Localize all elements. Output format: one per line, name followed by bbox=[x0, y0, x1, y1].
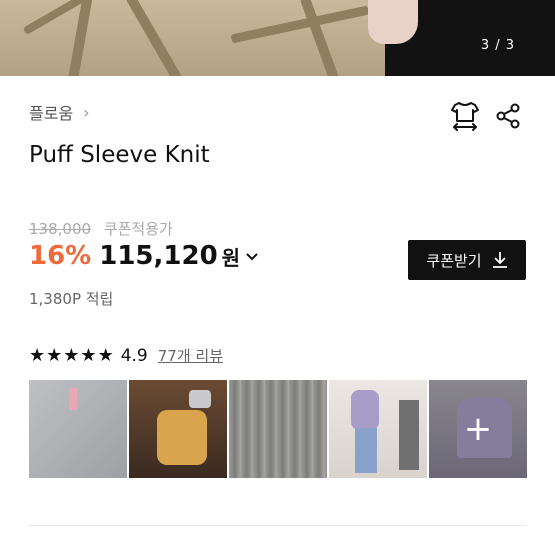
reward-points: 1,380P 적립 bbox=[29, 290, 114, 308]
review-thumbnail[interactable] bbox=[29, 380, 127, 478]
review-thumbnails: + bbox=[29, 380, 527, 478]
star-icon: ★ bbox=[97, 344, 114, 366]
coupon-download-button[interactable]: 쿠폰받기 bbox=[408, 240, 526, 280]
coat-in-image bbox=[399, 400, 419, 470]
coupon-button-label: 쿠폰받기 bbox=[426, 251, 482, 270]
price-row[interactable]: 16% 115,120 원 bbox=[29, 241, 260, 271]
jeans-in-image bbox=[355, 428, 377, 473]
download-icon bbox=[492, 252, 507, 268]
brand-link[interactable]: 플로움 › bbox=[29, 100, 90, 124]
review-thumbnail[interactable] bbox=[229, 380, 327, 478]
star-icon: ★ bbox=[80, 344, 97, 366]
brand-name: 플로움 bbox=[29, 104, 74, 123]
product-image-gallery[interactable]: 3 / 3 bbox=[0, 0, 555, 76]
person-in-image bbox=[351, 390, 379, 430]
currency-label: 원 bbox=[221, 245, 241, 270]
phone-in-image bbox=[189, 390, 211, 408]
discount-rate: 16% bbox=[29, 241, 92, 271]
star-icon: ★ bbox=[29, 344, 46, 366]
sale-price: 115,120 bbox=[99, 241, 218, 271]
person-in-image bbox=[157, 410, 207, 465]
original-price: 138,000 bbox=[29, 220, 92, 238]
review-thumbnail[interactable] bbox=[129, 380, 227, 478]
share-icon bbox=[496, 103, 520, 129]
rating-score: 4.9 bbox=[120, 345, 148, 366]
chevron-down-icon[interactable] bbox=[244, 248, 260, 264]
star-icon: ★ bbox=[63, 344, 80, 366]
review-thumbnail-more[interactable]: + bbox=[429, 380, 527, 478]
size-guide-button[interactable] bbox=[450, 100, 480, 132]
hand-in-image bbox=[368, 0, 418, 44]
tshirt-size-icon bbox=[451, 102, 479, 131]
gallery-counter: 3 / 3 bbox=[480, 38, 515, 53]
original-price-row: 138,000 쿠폰적용가 bbox=[29, 218, 173, 239]
chevron-right-icon: › bbox=[83, 102, 90, 122]
reviews-link[interactable]: 77개 리뷰 bbox=[158, 345, 223, 366]
star-icon: ★ bbox=[46, 344, 63, 366]
share-button[interactable] bbox=[494, 100, 524, 132]
product-title: Puff Sleeve Knit bbox=[29, 142, 210, 168]
section-divider bbox=[29, 525, 526, 526]
tag-in-image bbox=[69, 388, 77, 410]
coupon-price-label: 쿠폰적용가 bbox=[103, 220, 173, 238]
review-thumbnail[interactable] bbox=[329, 380, 427, 478]
plus-icon: + bbox=[429, 380, 527, 478]
rating-row: ★ ★ ★ ★ ★ 4.9 77개 리뷰 bbox=[29, 345, 223, 366]
